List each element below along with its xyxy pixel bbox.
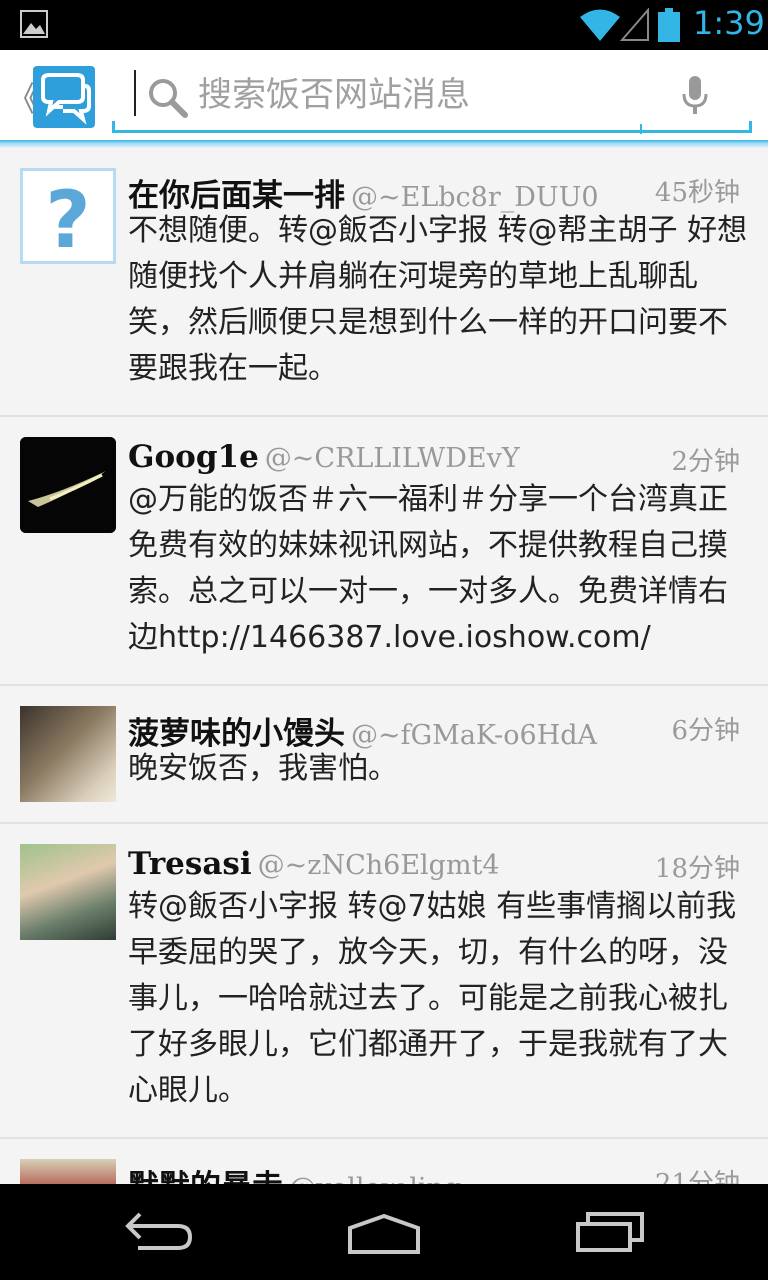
- post-text: 晚安饭否，我害怕。: [128, 751, 398, 786]
- home-nav-icon[interactable]: [346, 1212, 422, 1256]
- signal-icon: [620, 8, 649, 41]
- divider: [640, 124, 642, 134]
- wifi-icon: [580, 9, 620, 41]
- photo-avatar[interactable]: [20, 706, 116, 802]
- user-handle: @~CRLLILWDEvY: [264, 443, 520, 474]
- svg-text:?: ?: [45, 176, 90, 261]
- user-name[interactable]: Goog1e @~CRLLILWDEvY: [128, 439, 520, 475]
- user-name[interactable]: 默默的暴走@yellow.ling: [128, 1161, 461, 1184]
- mic-icon[interactable]: [682, 76, 708, 116]
- post-time: 21分钟: [654, 1169, 740, 1184]
- post-time: 6分钟: [671, 716, 740, 746]
- navigation-bar: [0, 1184, 768, 1280]
- list-item[interactable]: Tresasi @~zNCh6Elgmt4 18分钟 转@飯否小字报 转@7姑娘 …: [0, 824, 768, 1139]
- image-notification-icon: [20, 10, 48, 38]
- search-input[interactable]: [198, 72, 628, 118]
- list-item[interactable]: Goog1e @~CRLLILWDEvY 2分钟 @万能的饭否＃六一福利＃分享一个…: [0, 417, 768, 686]
- post-text: 不想随便。转@飯否小字报 转@帮主胡子 好想随便找个人并肩躺在河堤旁的草地上乱聊…: [128, 213, 748, 386]
- recent-apps-icon[interactable]: [574, 1210, 646, 1254]
- list-item[interactable]: ? 在你后面某一排 @~ELbc8r_DUU0 45秒钟 不想随便。转@飯否小字报…: [0, 148, 768, 417]
- user-name[interactable]: Tresasi @~zNCh6Elgmt4: [128, 846, 500, 882]
- search-box[interactable]: [112, 62, 752, 134]
- clock: 1:39: [693, 4, 765, 42]
- photo-avatar[interactable]: [20, 1159, 116, 1184]
- list-item[interactable]: 菠萝味的小馒头 @~fGMaK-o6HdA 6分钟 晚安饭否，我害怕。: [0, 686, 768, 824]
- photo-avatar[interactable]: [20, 844, 116, 940]
- post-time: 45秒钟: [654, 178, 740, 208]
- timeline-list[interactable]: ? 在你后面某一排 @~ELbc8r_DUU0 45秒钟 不想随便。转@飯否小字报…: [0, 148, 768, 1184]
- text-cursor: [134, 70, 136, 116]
- battery-icon: [658, 8, 680, 42]
- search-icon: [149, 79, 188, 118]
- status-bar: 1:39: [0, 0, 768, 50]
- back-nav-icon[interactable]: [122, 1208, 194, 1254]
- action-bar-divider: [0, 140, 768, 148]
- app-logo-icon[interactable]: [33, 66, 95, 128]
- user-handle: @yellow.ling: [289, 1173, 461, 1184]
- action-bar: 《: [0, 50, 768, 140]
- dark-streak-avatar[interactable]: [20, 437, 116, 533]
- post-time: 18分钟: [654, 854, 740, 884]
- user-handle: @~zNCh6Elgmt4: [257, 850, 500, 881]
- post-text: @万能的饭否＃六一福利＃分享一个台湾真正免费有效的妹妹视讯网站，不提供教程自己摸…: [128, 482, 728, 655]
- post-text: 转@飯否小字报 转@7姑娘 有些事情搁以前我早委屈的哭了，放今天，切，有什么的呀…: [128, 889, 737, 1108]
- list-item[interactable]: 默默的暴走@yellow.ling 21分钟: [0, 1139, 768, 1184]
- post-time: 2分钟: [671, 447, 740, 477]
- question-mark-avatar[interactable]: ?: [20, 168, 116, 266]
